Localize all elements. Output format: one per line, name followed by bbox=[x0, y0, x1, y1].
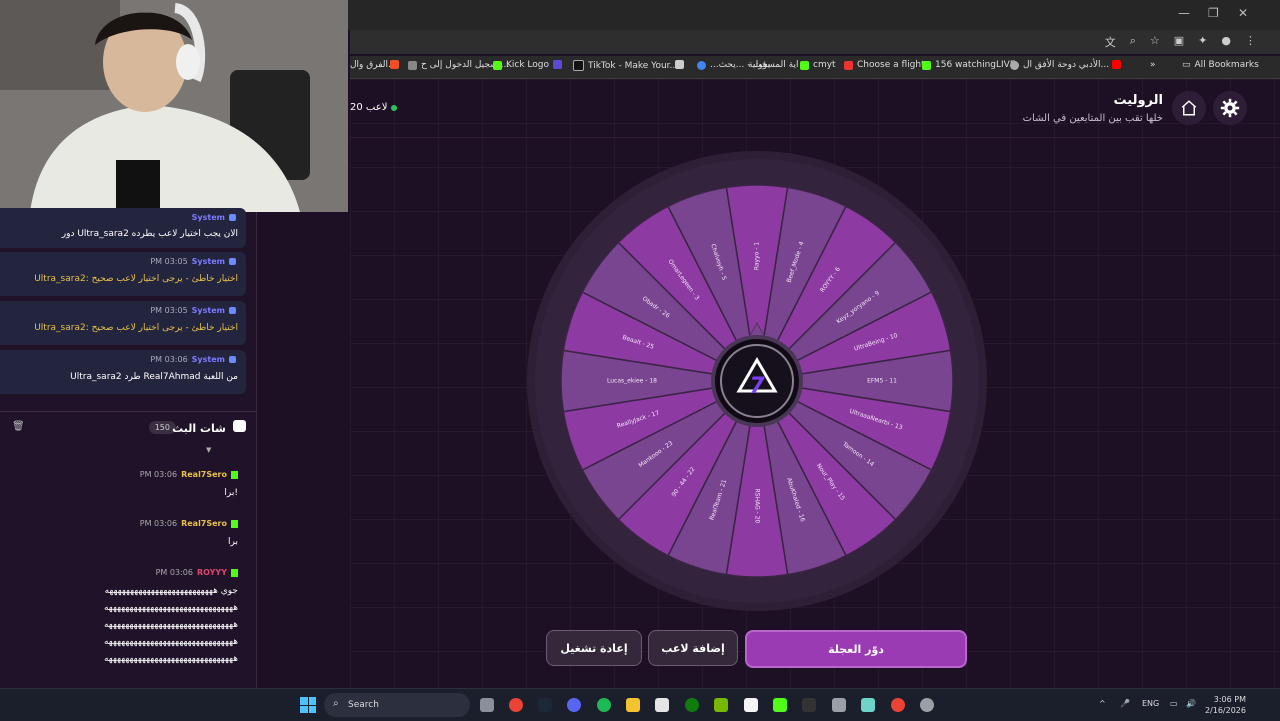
page-subtitle: خلها تقب بين المتابعين في الشات bbox=[1022, 113, 1163, 124]
home-button[interactable] bbox=[1172, 91, 1206, 125]
all-bookmarks[interactable]: ▭ All Bookmarks bbox=[1182, 60, 1259, 70]
bookmark-item[interactable]: Choose a flight bbox=[844, 60, 925, 70]
chrome-icon[interactable] bbox=[509, 698, 523, 712]
system-message: PM 03:06 System Ultra_sara2 طرد Real7Ahma… bbox=[0, 350, 246, 394]
taskbar: ⌕ Search ^ 🎤 ENG ▭ 🔊 3:06 PM 2/16/2026 bbox=[0, 688, 1280, 721]
chat-message-text: هههههههههههههههههههههههههههههههه bbox=[103, 637, 238, 647]
chrome-active-icon[interactable] bbox=[891, 698, 905, 712]
chat-message-text: برا bbox=[228, 537, 238, 547]
header-divider bbox=[350, 137, 1280, 138]
add-player-button[interactable]: إضافة لاعب bbox=[648, 630, 738, 666]
star-icon[interactable]: ☆ bbox=[1150, 34, 1160, 50]
file-explorer-icon[interactable] bbox=[626, 698, 640, 712]
volume-icon[interactable]: 🔊 bbox=[1186, 699, 1196, 708]
players-count: 20 لاعب bbox=[350, 102, 398, 113]
bookmark-item[interactable]: 156 watchingLIVE bbox=[922, 60, 1016, 70]
chat-message-meta: PM 03:06 Real7Sero bbox=[140, 470, 238, 479]
bookmark-item[interactable] bbox=[675, 60, 688, 69]
system-message: System دور Ultra_sara2 الان يجب اختيار ل… bbox=[0, 208, 246, 248]
system-message: PM 03:05 System Ultra_sara2: اختيار خاطئ … bbox=[0, 301, 246, 345]
bookmark-item[interactable] bbox=[1112, 60, 1125, 69]
restart-button[interactable]: إعادة تشغيل bbox=[546, 630, 642, 666]
chat-message-text: هههههههههههههههههههههههههههههههه bbox=[103, 654, 238, 664]
folder-icon: ▭ bbox=[1182, 60, 1191, 70]
kick-icon bbox=[231, 519, 238, 528]
store-icon[interactable] bbox=[655, 698, 669, 712]
translate-icon[interactable]: 文 bbox=[1105, 34, 1116, 50]
profile-icon[interactable]: ● bbox=[1221, 34, 1231, 50]
microphone-icon[interactable]: 🎤 bbox=[1120, 699, 1130, 708]
shield-icon bbox=[229, 307, 236, 314]
close-icon[interactable]: ✕ bbox=[1238, 6, 1248, 20]
app-icon[interactable] bbox=[802, 698, 816, 712]
xbox-icon[interactable] bbox=[685, 698, 699, 712]
page-title: الروليت bbox=[1113, 93, 1163, 108]
chat-panel: System دور Ultra_sara2 الان يجب اختيار ل… bbox=[0, 208, 257, 688]
shield-icon bbox=[229, 258, 236, 265]
wheel-segment-label: Lucas_ekiee - 18 bbox=[607, 378, 657, 385]
webcam-overlay bbox=[0, 0, 348, 212]
kick-icon bbox=[231, 470, 238, 479]
taskbar-search[interactable]: ⌕ Search bbox=[324, 693, 470, 717]
steam-icon[interactable] bbox=[538, 698, 552, 712]
bookmarks-more[interactable]: » bbox=[1150, 60, 1156, 70]
svg-text:7: 7 bbox=[749, 374, 765, 399]
bookmark-item[interactable]: اية المسؤولية bbox=[748, 60, 798, 70]
document-icon[interactable] bbox=[744, 698, 758, 712]
windows-start-icon[interactable] bbox=[300, 697, 316, 713]
spotify-icon[interactable] bbox=[597, 698, 611, 712]
discord-icon[interactable] bbox=[567, 698, 581, 712]
network-icon[interactable]: ▭ bbox=[1170, 699, 1178, 708]
app-icon[interactable] bbox=[861, 698, 875, 712]
chat-title: شات البث bbox=[172, 422, 226, 435]
camera-icon[interactable] bbox=[480, 698, 494, 712]
chat-message-meta: PM 03:06 Real7Sero bbox=[140, 519, 238, 528]
wheel-segment-label: Rayyo - 1 bbox=[754, 242, 761, 270]
settings-button[interactable] bbox=[1213, 91, 1247, 125]
nvidia-icon[interactable] bbox=[714, 698, 728, 712]
taskbar-clock[interactable]: 3:06 PM 2/16/2026 bbox=[1205, 694, 1246, 716]
roulette-page: 20 لاعب الروليت خلها تقب بين المتابعين ف… bbox=[350, 79, 1280, 688]
minimize-icon[interactable]: — bbox=[1178, 6, 1190, 20]
chat-message-meta: PM 03:06 ROYYY bbox=[156, 568, 238, 577]
settings-app-icon[interactable] bbox=[920, 698, 934, 712]
kick-icon bbox=[231, 568, 238, 577]
spin-wheel-button[interactable]: دوّر العجلة bbox=[745, 630, 967, 668]
system-message: PM 03:05 System Ultra_sara2: اختيار خاطئ … bbox=[0, 252, 246, 296]
bookmark-item[interactable]: Kick Logo bbox=[493, 60, 549, 70]
bookmark-item[interactable]: الأدبي دوحة الأفق ال... bbox=[1010, 60, 1109, 70]
menu-icon[interactable]: ⋮ bbox=[1245, 34, 1256, 50]
zoom-icon[interactable]: ⌕ bbox=[1130, 34, 1136, 50]
chevron-down-icon[interactable]: ▼ bbox=[206, 446, 211, 454]
wheel-segment-label: RSHAG - 20 bbox=[754, 489, 761, 524]
bookmarks-bar: الفرق وال... تسجيل الدخول إلى ح... Kick … bbox=[350, 56, 1280, 79]
restore-icon[interactable]: ❐ bbox=[1208, 6, 1219, 20]
cast-icon[interactable]: ▣ bbox=[1174, 34, 1184, 50]
shield-icon bbox=[229, 356, 236, 363]
bookmark-item[interactable] bbox=[553, 60, 566, 69]
tray-chevron-icon[interactable]: ^ bbox=[1099, 699, 1106, 708]
kick-app-icon[interactable] bbox=[773, 698, 787, 712]
roulette-wheel[interactable]: Rayyo - 1 Beef_Mode - 4 ROYYY - 6Keyz_yory… bbox=[527, 151, 987, 611]
online-dot bbox=[391, 104, 398, 111]
shield-icon bbox=[229, 214, 236, 221]
chat-message-text: هههههههههههههههههههههههههههههههه bbox=[103, 620, 238, 630]
language-indicator[interactable]: ENG bbox=[1142, 699, 1159, 708]
trash-app-icon[interactable] bbox=[832, 698, 846, 712]
gear-icon bbox=[1220, 98, 1240, 118]
bookmark-item[interactable]: cmyt bbox=[800, 60, 836, 70]
bookmark-item[interactable]: TikTok - Make Your... bbox=[573, 60, 678, 71]
chat-bubble-icon bbox=[233, 420, 246, 432]
chat-message-text: برا! bbox=[224, 488, 238, 498]
bookmark-item[interactable] bbox=[390, 60, 403, 69]
home-icon bbox=[1181, 100, 1197, 116]
chat-message-text: جوي ههههههههههههههههههههههههههه bbox=[104, 586, 238, 596]
wheel-segment-label: EFM5 - 11 bbox=[867, 378, 897, 385]
search-icon: ⌕ bbox=[333, 698, 339, 709]
address-bar[interactable]: 文 ⌕ ☆ ▣ ✦ ● ⋮ bbox=[350, 30, 1280, 54]
chat-message-text: هههههههههههههههههههههههههههههههه bbox=[103, 603, 238, 613]
chat-header: 🗑 150 شات البث ▼ bbox=[0, 411, 256, 454]
extensions-icon[interactable]: ✦ bbox=[1198, 34, 1207, 50]
trash-icon[interactable]: 🗑 bbox=[12, 421, 25, 432]
